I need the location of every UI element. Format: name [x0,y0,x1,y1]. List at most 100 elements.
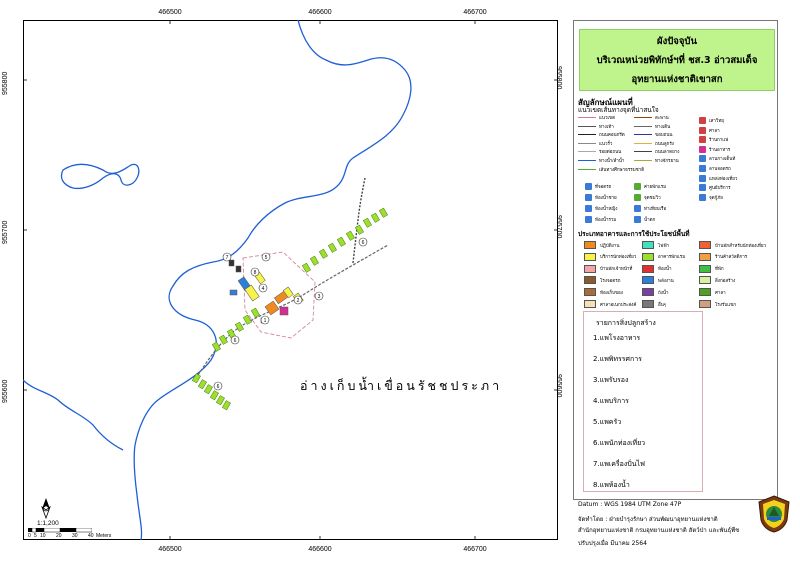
building-item: 5.แพครัว [593,418,622,426]
legend-point-item: แหล่งท่องเที่ยว [699,174,737,182]
central-buildings [228,259,304,324]
scale-label: 40 [88,533,94,539]
footer-office: สำนักอุทยานแห่งชาติ กรมอุทยานแห่งชาติ สั… [578,527,740,534]
x-tick-label-top: 466700 [463,9,487,16]
bungalows-upper [301,207,388,273]
legend-line-label: ทางจักรยาน [655,158,679,163]
legend-point-item: ลานกางเต็นท์ [699,155,736,163]
landuse-label: บ้านพักเจ้าหน้าที่ [600,266,633,272]
footer-made-by: จัดทำโดย : ฝ่ายบำรุงรักษา ส่วนพัฒนาอุทยา… [578,516,718,523]
legend-point-label: ห้องน้ำชาย [595,195,617,200]
frame-ticks [23,20,558,540]
landuse-swatch [642,241,654,249]
legend-point-icon [634,216,641,223]
x-tick-label-top: 466600 [308,9,332,16]
bungalows-lower [191,307,260,411]
legend-point-icon [699,165,706,172]
legend-line-label: แนวรั้ว [599,140,613,146]
landuse-swatch [584,264,596,273]
legend-line-item: สะพาน [634,114,669,121]
landuse-label: ศาลาอเนกประสงค์ [600,301,637,307]
legend-point-icon [585,183,592,190]
legend-point-icon [699,155,706,163]
building-item: 7.แพเครื่องปั่นไฟ [593,460,645,468]
legend-line-swatch [634,151,652,153]
landuse-item: ไฟฟ้า [642,241,669,249]
legend-point-label: น้ำตก [644,217,656,222]
landuse-item: บริการนักท่องเที่ยว [584,252,636,261]
x-tick-label-bottom: 466700 [463,546,487,553]
legend-point-item: ห้องน้ำหญิง [585,205,617,212]
legend-line-label: ทางน้ำ/ลำน้ำ [599,158,625,163]
legend-point-label: ศาลา [709,127,720,133]
legend-line-swatch [578,160,596,161]
shoreline-inlet [60,163,140,190]
legend-line-swatch [634,142,652,144]
legend-point-item: เสาวิทยุ [699,117,724,124]
landuse-label: โรงรับแขก [715,301,737,307]
shoreline [133,20,412,540]
legend-point-label: ร้านกาแฟ [709,137,729,143]
legend-line-label: สะพาน [655,115,669,120]
legend-line-swatch [578,168,596,170]
legend-line-swatch [578,117,596,118]
landuse-item: โรงรับแขก [699,300,736,308]
landuse-item: ปฏิบัติงาน [584,241,619,249]
legend-point-label: ห้องน้ำรวม [595,217,617,222]
scale-ratio: 1:1,200 [37,520,59,527]
legend-point-icon [699,145,706,153]
landuse-swatch [642,252,654,261]
legend-point-item: ร้านกาแฟ [699,136,729,144]
legend-point-icon [699,136,706,144]
shoreline-lower [23,379,124,451]
map-title-box: ผังปัจจุบัน บริเวณหน่วยพิทักษ์ฯที่ ชส.3 … [579,29,775,91]
building-markers [213,237,368,391]
x-tick-label-bottom: 466500 [158,546,182,553]
legend-line-swatch [578,142,596,144]
marker-3: 3 [318,294,321,300]
landuse-label: ถังน้ำ [658,289,669,295]
landuse-swatch [699,264,711,273]
y-tick-label-left: 955700 [2,220,9,244]
legend-line-swatch [634,160,652,161]
legend-point-icon [699,126,706,134]
marker-7: 7 [226,255,229,261]
legend-point-label: ลานกางเต็นท์ [709,156,736,162]
legend-line-swatch [634,125,652,127]
legend-point-icon [585,205,592,212]
legend-line-swatch [578,134,596,136]
legend-point-icon [634,205,641,212]
x-tick-label-bottom: 466600 [308,546,332,553]
landuse-swatch [699,288,711,297]
scale-label: 30 [72,533,78,539]
landuse-heading: ประเภทอาคารและการใช้ประโยชน์พื้นที่ [578,230,690,238]
legend-line-item: รอยต่อถนน [578,148,621,155]
legend-point-label: ร้านอาหาร [709,146,731,152]
legend-line-label: ถนนลูกรัง [655,140,674,146]
landuse-swatch [584,288,596,297]
landuse-item: บ้านพักเจ้าหน้าที่ [584,264,633,273]
footer-datum: Datum : WGS 1984 UTM Zone 47P [578,501,682,508]
scale-label: 10 [40,533,46,539]
legend-point-item: จุดกู้ภัย [699,193,723,201]
landuse-swatch [584,276,596,285]
legend-line-item: ถนนลูกรัง [634,140,674,147]
landuse-item: ถังน้ำ [642,288,669,297]
building-item: 1.แพโรงอาหาร [593,334,641,342]
landuse-swatch [642,264,654,273]
y-tick-label-left: 955800 [2,71,9,95]
landuse-swatch [642,300,654,308]
legend-line-label: ถนนลาดยาง [655,149,680,155]
building-item: 8.แพห้องน้ำ [593,481,630,489]
legend-point-label: จุดชมวิว [644,195,661,200]
legend-point-label: ห้องน้ำหญิง [595,206,618,211]
landuse-label: ไฟฟ้า [658,242,670,248]
legend-point-label: ศูนย์บริการ [709,185,731,191]
legend-line-item: แนวรั้ว [578,140,612,147]
building-item: 4.แพบริการ [593,397,629,405]
marker-2: 2 [297,298,300,304]
building-item: 6.แพนักท่องเที่ยว [593,439,646,447]
map-canvas[interactable]: 1 2 3 4 5 6 7 8 6 6 [23,20,558,540]
landuse-swatch [699,252,711,261]
legend-line-swatch [578,125,596,127]
